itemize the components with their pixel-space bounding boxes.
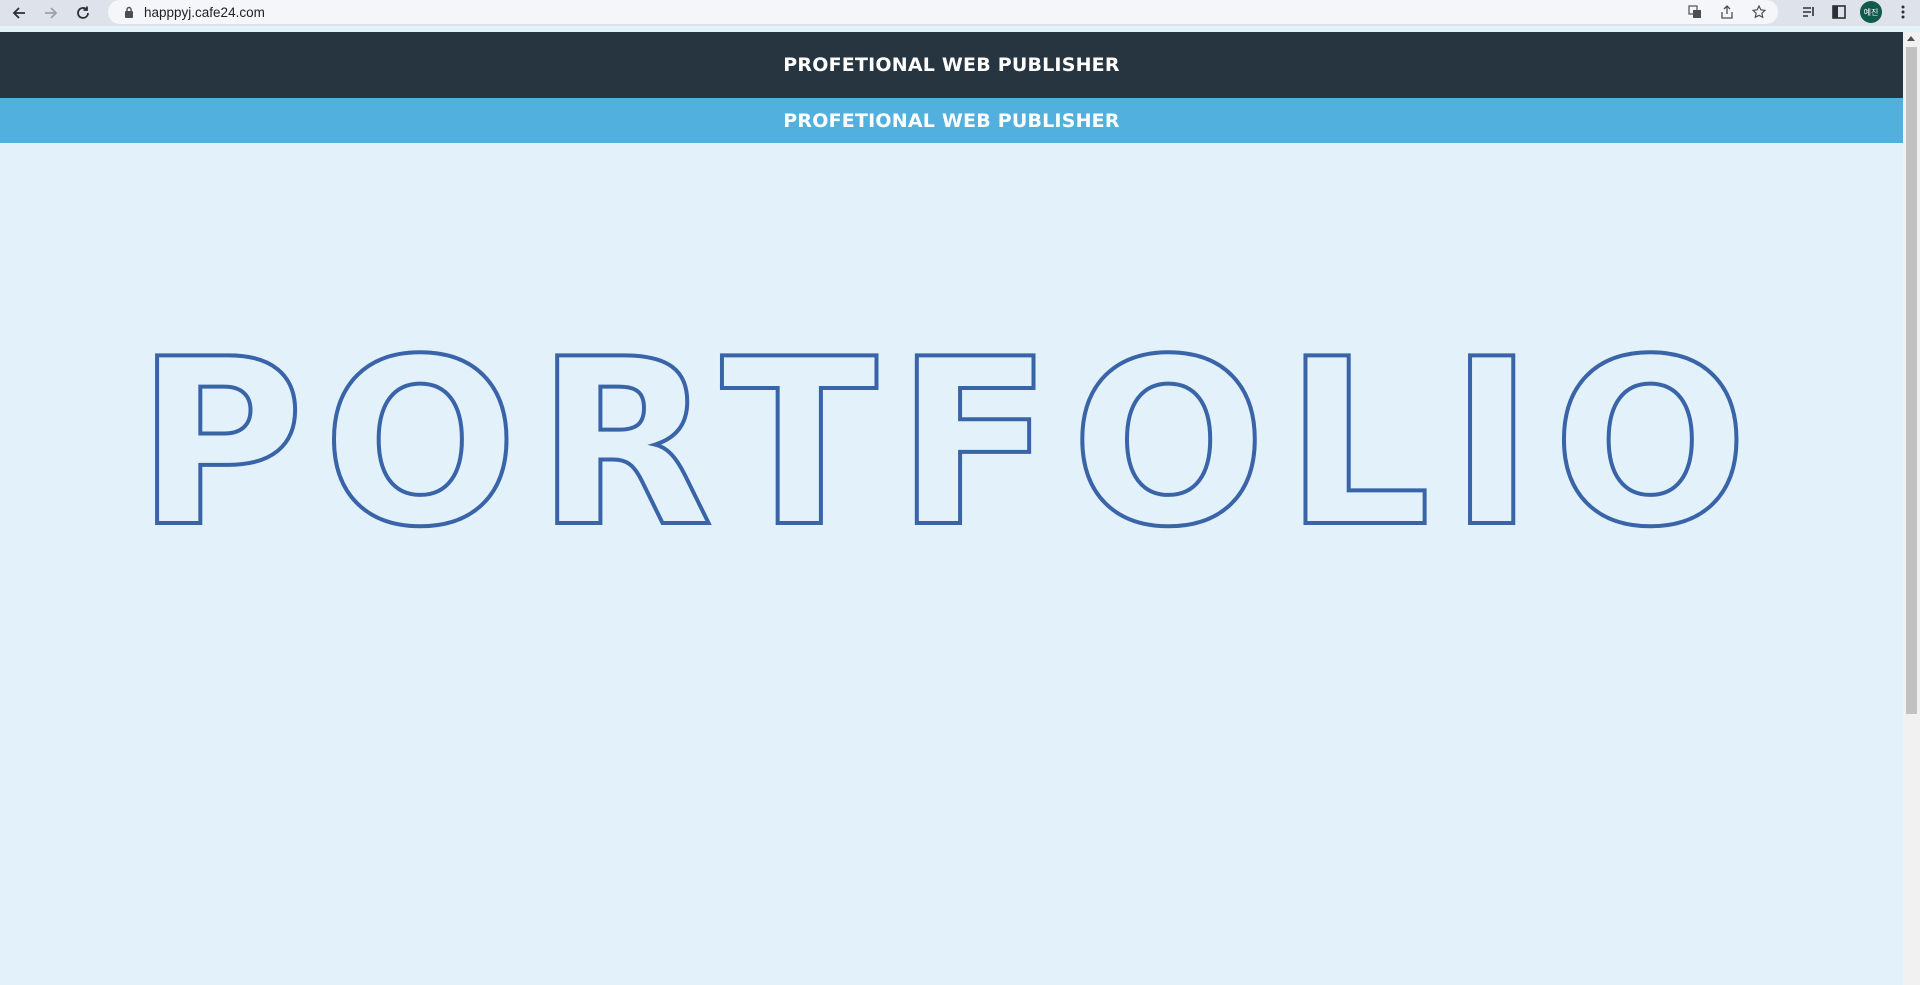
forward-arrow-icon <box>45 7 58 19</box>
reload-icon <box>77 6 89 19</box>
page-content: PROFETIONAL WEB PUBLISHER PROFETIONAL WE… <box>0 32 1903 985</box>
translate-icon[interactable] <box>1686 3 1704 21</box>
more-menu-icon[interactable] <box>1894 3 1912 21</box>
reading-list-icon[interactable] <box>1800 3 1818 21</box>
profile-avatar[interactable]: 예진 <box>1860 1 1882 23</box>
share-icon[interactable] <box>1718 3 1736 21</box>
browser-toolbar: happpyj.cafe24.com 예진 <box>0 0 1920 26</box>
bookmark-star-icon[interactable] <box>1750 3 1768 21</box>
address-bar[interactable]: happpyj.cafe24.com <box>108 0 1778 24</box>
forward-button[interactable] <box>38 2 64 24</box>
hero-section: PORTFOLIO <box>0 143 1903 985</box>
lock-icon <box>122 5 136 19</box>
top-header: PROFETIONAL WEB PUBLISHER <box>0 32 1903 98</box>
scroll-up-arrow[interactable] <box>1907 36 1915 41</box>
back-button[interactable] <box>6 2 32 24</box>
sub-header: PROFETIONAL WEB PUBLISHER <box>0 98 1903 143</box>
back-arrow-icon <box>12 7 25 19</box>
page-scrollbar[interactable] <box>1903 32 1920 985</box>
url-text[interactable]: happpyj.cafe24.com <box>144 5 265 20</box>
portfolio-outline-art: PORTFOLIO <box>134 309 1766 580</box>
hero-title: PORTFOLIO <box>136 311 1766 578</box>
reload-button[interactable] <box>70 2 96 24</box>
subheader-title: PROFETIONAL WEB PUBLISHER <box>783 109 1120 132</box>
side-panel-icon[interactable] <box>1830 3 1848 21</box>
scroll-thumb[interactable] <box>1906 47 1917 714</box>
header-title: PROFETIONAL WEB PUBLISHER <box>783 54 1120 76</box>
